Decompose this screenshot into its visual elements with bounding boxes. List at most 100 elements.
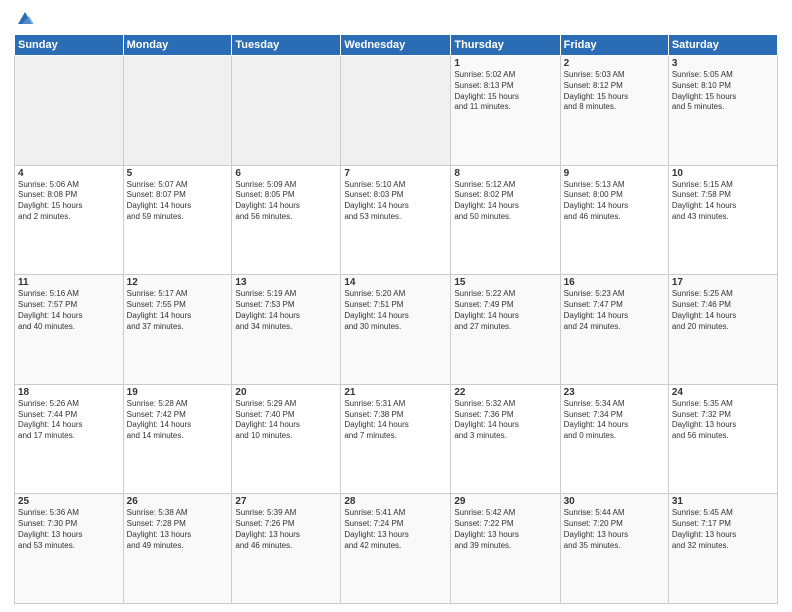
day-info: Sunrise: 5:16 AM Sunset: 7:57 PM Dayligh… (18, 289, 120, 332)
day-info: Sunrise: 5:05 AM Sunset: 8:10 PM Dayligh… (672, 70, 774, 113)
day-number: 10 (672, 168, 774, 179)
week-row-1: 1Sunrise: 5:02 AM Sunset: 8:13 PM Daylig… (15, 56, 778, 166)
day-number: 20 (235, 387, 337, 398)
day-number: 9 (564, 168, 665, 179)
day-number: 7 (344, 168, 447, 179)
day-number: 17 (672, 277, 774, 288)
day-info: Sunrise: 5:31 AM Sunset: 7:38 PM Dayligh… (344, 399, 447, 442)
day-cell: 24Sunrise: 5:35 AM Sunset: 7:32 PM Dayli… (668, 384, 777, 494)
day-info: Sunrise: 5:32 AM Sunset: 7:36 PM Dayligh… (454, 399, 556, 442)
day-info: Sunrise: 5:38 AM Sunset: 7:28 PM Dayligh… (127, 508, 229, 551)
day-number: 23 (564, 387, 665, 398)
day-info: Sunrise: 5:28 AM Sunset: 7:42 PM Dayligh… (127, 399, 229, 442)
day-number: 5 (127, 168, 229, 179)
day-cell: 10Sunrise: 5:15 AM Sunset: 7:58 PM Dayli… (668, 165, 777, 275)
day-cell: 7Sunrise: 5:10 AM Sunset: 8:03 PM Daylig… (341, 165, 451, 275)
day-cell (123, 56, 232, 166)
day-info: Sunrise: 5:07 AM Sunset: 8:07 PM Dayligh… (127, 180, 229, 223)
day-cell: 22Sunrise: 5:32 AM Sunset: 7:36 PM Dayli… (451, 384, 560, 494)
day-number: 3 (672, 58, 774, 69)
day-number: 30 (564, 496, 665, 507)
day-cell: 1Sunrise: 5:02 AM Sunset: 8:13 PM Daylig… (451, 56, 560, 166)
day-number: 28 (344, 496, 447, 507)
weekday-sunday: Sunday (15, 35, 124, 56)
day-cell: 14Sunrise: 5:20 AM Sunset: 7:51 PM Dayli… (341, 275, 451, 385)
day-number: 24 (672, 387, 774, 398)
day-number: 29 (454, 496, 556, 507)
day-number: 2 (564, 58, 665, 69)
day-cell: 2Sunrise: 5:03 AM Sunset: 8:12 PM Daylig… (560, 56, 668, 166)
day-info: Sunrise: 5:36 AM Sunset: 7:30 PM Dayligh… (18, 508, 120, 551)
day-cell: 16Sunrise: 5:23 AM Sunset: 7:47 PM Dayli… (560, 275, 668, 385)
day-info: Sunrise: 5:29 AM Sunset: 7:40 PM Dayligh… (235, 399, 337, 442)
week-row-5: 25Sunrise: 5:36 AM Sunset: 7:30 PM Dayli… (15, 494, 778, 604)
day-cell: 8Sunrise: 5:12 AM Sunset: 8:02 PM Daylig… (451, 165, 560, 275)
day-cell: 23Sunrise: 5:34 AM Sunset: 7:34 PM Dayli… (560, 384, 668, 494)
day-info: Sunrise: 5:35 AM Sunset: 7:32 PM Dayligh… (672, 399, 774, 442)
day-info: Sunrise: 5:13 AM Sunset: 8:00 PM Dayligh… (564, 180, 665, 223)
day-info: Sunrise: 5:06 AM Sunset: 8:08 PM Dayligh… (18, 180, 120, 223)
day-info: Sunrise: 5:20 AM Sunset: 7:51 PM Dayligh… (344, 289, 447, 332)
day-cell: 13Sunrise: 5:19 AM Sunset: 7:53 PM Dayli… (232, 275, 341, 385)
day-info: Sunrise: 5:03 AM Sunset: 8:12 PM Dayligh… (564, 70, 665, 113)
day-info: Sunrise: 5:22 AM Sunset: 7:49 PM Dayligh… (454, 289, 556, 332)
day-number: 19 (127, 387, 229, 398)
day-number: 11 (18, 277, 120, 288)
day-number: 22 (454, 387, 556, 398)
day-number: 4 (18, 168, 120, 179)
day-cell: 27Sunrise: 5:39 AM Sunset: 7:26 PM Dayli… (232, 494, 341, 604)
day-info: Sunrise: 5:26 AM Sunset: 7:44 PM Dayligh… (18, 399, 120, 442)
weekday-friday: Friday (560, 35, 668, 56)
day-cell: 21Sunrise: 5:31 AM Sunset: 7:38 PM Dayli… (341, 384, 451, 494)
day-number: 1 (454, 58, 556, 69)
day-cell: 9Sunrise: 5:13 AM Sunset: 8:00 PM Daylig… (560, 165, 668, 275)
day-cell: 26Sunrise: 5:38 AM Sunset: 7:28 PM Dayli… (123, 494, 232, 604)
weekday-saturday: Saturday (668, 35, 777, 56)
day-info: Sunrise: 5:42 AM Sunset: 7:22 PM Dayligh… (454, 508, 556, 551)
day-number: 26 (127, 496, 229, 507)
day-info: Sunrise: 5:10 AM Sunset: 8:03 PM Dayligh… (344, 180, 447, 223)
day-info: Sunrise: 5:12 AM Sunset: 8:02 PM Dayligh… (454, 180, 556, 223)
weekday-header-row: SundayMondayTuesdayWednesdayThursdayFrid… (15, 35, 778, 56)
day-cell: 12Sunrise: 5:17 AM Sunset: 7:55 PM Dayli… (123, 275, 232, 385)
day-number: 8 (454, 168, 556, 179)
day-cell: 3Sunrise: 5:05 AM Sunset: 8:10 PM Daylig… (668, 56, 777, 166)
page: SundayMondayTuesdayWednesdayThursdayFrid… (0, 0, 792, 612)
weekday-tuesday: Tuesday (232, 35, 341, 56)
week-row-4: 18Sunrise: 5:26 AM Sunset: 7:44 PM Dayli… (15, 384, 778, 494)
day-cell (232, 56, 341, 166)
day-cell: 4Sunrise: 5:06 AM Sunset: 8:08 PM Daylig… (15, 165, 124, 275)
day-cell: 17Sunrise: 5:25 AM Sunset: 7:46 PM Dayli… (668, 275, 777, 385)
week-row-2: 4Sunrise: 5:06 AM Sunset: 8:08 PM Daylig… (15, 165, 778, 275)
day-cell: 6Sunrise: 5:09 AM Sunset: 8:05 PM Daylig… (232, 165, 341, 275)
day-info: Sunrise: 5:17 AM Sunset: 7:55 PM Dayligh… (127, 289, 229, 332)
day-number: 6 (235, 168, 337, 179)
day-info: Sunrise: 5:39 AM Sunset: 7:26 PM Dayligh… (235, 508, 337, 551)
day-number: 18 (18, 387, 120, 398)
day-cell: 29Sunrise: 5:42 AM Sunset: 7:22 PM Dayli… (451, 494, 560, 604)
logo-icon (16, 10, 34, 28)
header (14, 10, 778, 28)
day-info: Sunrise: 5:34 AM Sunset: 7:34 PM Dayligh… (564, 399, 665, 442)
weekday-monday: Monday (123, 35, 232, 56)
day-cell: 15Sunrise: 5:22 AM Sunset: 7:49 PM Dayli… (451, 275, 560, 385)
day-info: Sunrise: 5:02 AM Sunset: 8:13 PM Dayligh… (454, 70, 556, 113)
day-number: 27 (235, 496, 337, 507)
day-cell: 20Sunrise: 5:29 AM Sunset: 7:40 PM Dayli… (232, 384, 341, 494)
day-info: Sunrise: 5:19 AM Sunset: 7:53 PM Dayligh… (235, 289, 337, 332)
day-number: 21 (344, 387, 447, 398)
day-cell: 11Sunrise: 5:16 AM Sunset: 7:57 PM Dayli… (15, 275, 124, 385)
logo (14, 10, 34, 28)
day-cell: 28Sunrise: 5:41 AM Sunset: 7:24 PM Dayli… (341, 494, 451, 604)
day-cell: 31Sunrise: 5:45 AM Sunset: 7:17 PM Dayli… (668, 494, 777, 604)
day-info: Sunrise: 5:15 AM Sunset: 7:58 PM Dayligh… (672, 180, 774, 223)
day-number: 12 (127, 277, 229, 288)
weekday-thursday: Thursday (451, 35, 560, 56)
day-info: Sunrise: 5:25 AM Sunset: 7:46 PM Dayligh… (672, 289, 774, 332)
day-number: 13 (235, 277, 337, 288)
weekday-wednesday: Wednesday (341, 35, 451, 56)
day-info: Sunrise: 5:09 AM Sunset: 8:05 PM Dayligh… (235, 180, 337, 223)
day-cell: 5Sunrise: 5:07 AM Sunset: 8:07 PM Daylig… (123, 165, 232, 275)
day-cell (15, 56, 124, 166)
day-cell: 30Sunrise: 5:44 AM Sunset: 7:20 PM Dayli… (560, 494, 668, 604)
